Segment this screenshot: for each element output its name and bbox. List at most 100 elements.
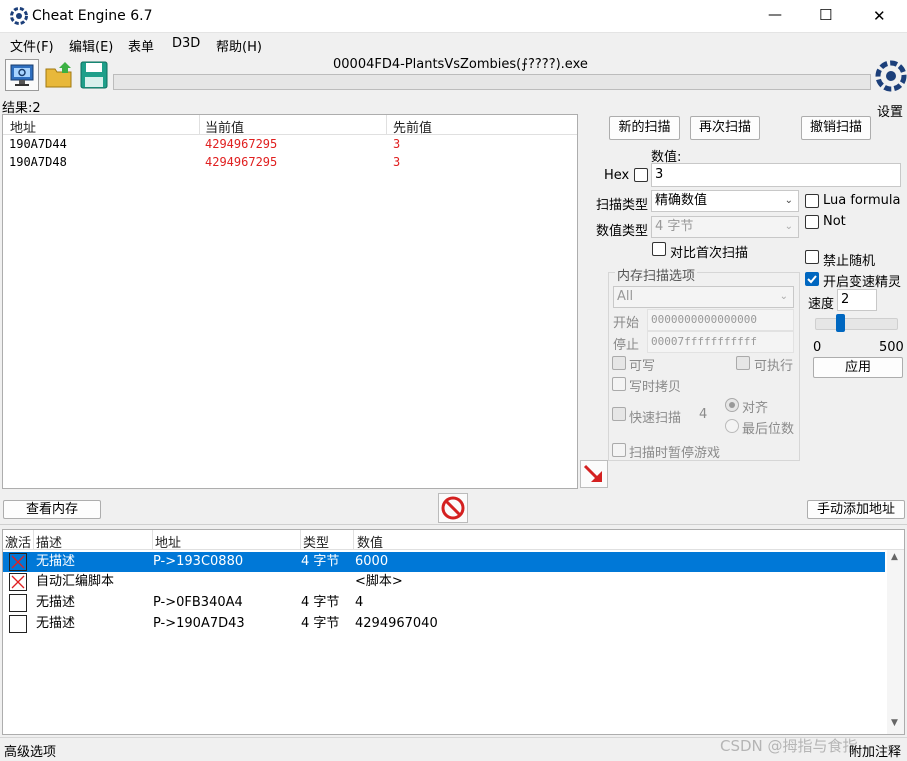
maximize-button[interactable]: ☐ [819, 6, 832, 24]
speedhack-label: 开启变速精灵 [823, 275, 902, 290]
open-file-button[interactable] [43, 59, 75, 91]
table-extras-button[interactable]: 附加注释 [849, 741, 901, 760]
active-checkbox[interactable] [9, 594, 27, 612]
menu-edit[interactable]: 编辑(E) [69, 36, 113, 55]
compare-first-checkbox[interactable] [652, 242, 666, 256]
slider-min-label: 0 [813, 340, 822, 355]
speedhack-checkbox[interactable] [805, 272, 819, 286]
start-address-input[interactable]: 0000000000000000 [647, 309, 794, 331]
scroll-down-icon[interactable]: ▼ [891, 718, 898, 728]
settings-logo-icon [875, 60, 907, 92]
address-list[interactable]: 激活 描述 地址 类型 数值 无描述 P->193C0880 4 字节 6000… [2, 529, 905, 735]
hex-checkbox[interactable] [634, 168, 648, 182]
vertical-scrollbar[interactable]: ▲ ▼ [887, 550, 904, 734]
col-address[interactable]: 地址 [10, 117, 36, 136]
row-address: P->190A7D43 [153, 616, 245, 631]
value-type-select[interactable]: 4 字节 ⌄ [651, 216, 799, 238]
radio-dot [729, 402, 735, 408]
open-folder-icon [45, 62, 72, 88]
col-divider [300, 530, 301, 550]
scan-progress-bar [113, 74, 871, 90]
advanced-options-button[interactable]: 高级选项 [4, 741, 56, 760]
active-checkbox[interactable] [9, 573, 27, 591]
menu-table[interactable]: 表单 [128, 36, 154, 55]
chevron-down-icon: ⌄ [779, 291, 788, 302]
stop-icon[interactable] [438, 493, 468, 523]
new-scan-button[interactable]: 新的扫描 [609, 116, 680, 140]
last-digits-radio[interactable] [725, 419, 739, 433]
address-row[interactable]: 无描述 P->193C0880 4 字节 6000 [3, 552, 885, 572]
col-divider [353, 530, 354, 550]
save-button[interactable] [78, 59, 110, 91]
speed-slider-track[interactable] [815, 318, 898, 330]
view-memory-button[interactable]: 查看内存 [3, 500, 101, 519]
found-row[interactable]: 190A7D48 4294967295 3 [3, 153, 577, 171]
last-digits-label: 最后位数 [742, 422, 795, 437]
found-current: 4294967295 [205, 137, 278, 151]
value-input[interactable]: 3 [651, 163, 901, 187]
menu-help[interactable]: 帮助(H) [216, 36, 262, 55]
copy-on-write-checkbox[interactable] [612, 377, 626, 391]
align-label: 对齐 [742, 401, 769, 416]
found-list[interactable]: 地址 当前值 先前值 190A7D44 4294967295 3 190A7D4… [2, 114, 578, 489]
open-process-button[interactable] [5, 59, 39, 91]
found-list-header: 地址 当前值 先前值 [3, 115, 577, 136]
stop-address-input[interactable]: 00007fffffffffff [647, 331, 794, 353]
found-previous: 3 [393, 155, 401, 169]
minimize-button[interactable]: — [768, 7, 782, 23]
col-address[interactable]: 地址 [155, 532, 181, 551]
speed-slider-thumb[interactable] [836, 314, 845, 332]
settings-button[interactable]: 设置 [872, 56, 907, 120]
row-description: 无描述 [36, 595, 76, 610]
col-description[interactable]: 描述 [36, 532, 62, 551]
address-row[interactable]: 自动汇编脚本 <脚本> [3, 572, 885, 592]
close-button[interactable]: ✕ [873, 7, 886, 25]
address-row[interactable]: 无描述 P->0FB340A4 4 字节 4 [3, 593, 885, 613]
active-checkbox[interactable] [9, 553, 27, 571]
col-value[interactable]: 数值 [357, 532, 383, 551]
next-scan-button[interactable]: 再次扫描 [690, 116, 760, 140]
executable-checkbox[interactable] [736, 356, 750, 370]
address-row[interactable]: 无描述 P->190A7D43 4 字节 4294967040 [3, 614, 885, 634]
memory-options-title: 内存扫描选项 [615, 265, 698, 284]
speed-input[interactable]: 2 [837, 289, 877, 311]
region-select[interactable]: All ⌄ [613, 286, 794, 308]
row-address: P->0FB340A4 [153, 595, 243, 610]
fast-scan-checkbox[interactable] [612, 407, 626, 421]
col-current-value[interactable]: 当前值 [205, 117, 244, 136]
row-value: 4 [355, 595, 364, 610]
disable-random-label: 禁止随机 [823, 254, 876, 269]
red-x-icon [11, 575, 25, 589]
row-address: P->193C0880 [153, 554, 244, 569]
add-to-list-button[interactable] [580, 460, 608, 488]
not-checkbox[interactable] [805, 215, 819, 229]
pause-game-checkbox[interactable] [612, 443, 626, 457]
col-active[interactable]: 激活 [5, 532, 31, 551]
add-address-manually-button[interactable]: 手动添加地址 [807, 500, 905, 519]
csdn-watermark: CSDN @拇指与食指 [720, 737, 858, 755]
active-checkbox[interactable] [9, 615, 27, 633]
splitter[interactable] [0, 524, 907, 528]
lua-formula-checkbox[interactable] [805, 194, 819, 208]
fast-scan-value[interactable]: 4 [699, 407, 707, 422]
apply-button[interactable]: 应用 [813, 357, 903, 378]
col-previous-value[interactable]: 先前值 [393, 117, 432, 136]
row-type: 4 字节 [301, 616, 340, 631]
writable-checkbox[interactable] [612, 356, 626, 370]
disable-random-checkbox[interactable] [805, 250, 819, 264]
memory-scan-options-group: 内存扫描选项 All ⌄ 开始 0000000000000000 停止 0000… [608, 265, 800, 461]
col-divider [152, 530, 153, 550]
menu-d3d[interactable]: D3D [172, 36, 200, 51]
scroll-up-icon[interactable]: ▲ [891, 552, 898, 562]
col-type[interactable]: 类型 [303, 532, 329, 551]
slider-max-label: 500 [879, 340, 904, 355]
row-description: 无描述 [36, 616, 76, 631]
found-row[interactable]: 190A7D44 4294967295 3 [3, 135, 577, 153]
menu-file[interactable]: 文件(F) [10, 36, 54, 55]
align-radio[interactable] [725, 398, 739, 412]
start-label: 开始 [613, 316, 640, 331]
found-previous: 3 [393, 137, 401, 151]
undo-scan-button[interactable]: 撤销扫描 [801, 116, 871, 140]
scan-type-select[interactable]: 精确数值 ⌄ [651, 190, 799, 212]
row-value: 6000 [355, 554, 389, 569]
